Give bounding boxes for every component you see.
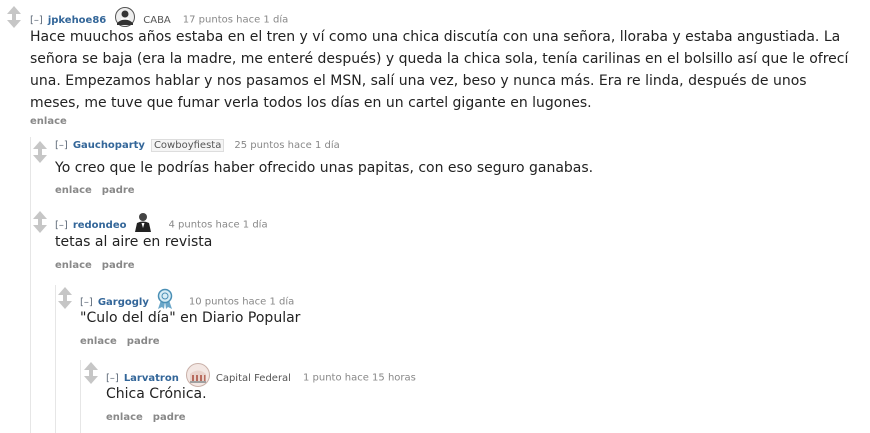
comment-body: Hace muuchos años estaba en el tren y ví… — [30, 29, 849, 111]
permalink-link[interactable]: enlace — [30, 116, 67, 127]
permalink-link[interactable]: enlace — [55, 185, 92, 196]
downvote-arrow-icon[interactable] — [58, 296, 72, 309]
downvote-arrow-icon[interactable] — [33, 150, 47, 163]
flair-badge: Cowboyfiesta — [150, 139, 225, 152]
comment-body: Yo creo que le podrías haber ofrecido un… — [55, 160, 594, 176]
score-time: 4 puntos hace 1 día — [168, 219, 268, 231]
comment-larvatron: [–] Larvatron Capital Federal 1 punto hace… — [0, 356, 870, 433]
upvote-arrow-icon[interactable] — [7, 6, 21, 19]
comment-actions: enlace — [30, 116, 77, 127]
vote-arrows — [58, 287, 74, 311]
vote-arrows — [84, 362, 100, 386]
vote-arrows — [33, 211, 49, 235]
upvote-arrow-icon[interactable] — [58, 287, 72, 300]
upvote-arrow-icon[interactable] — [33, 141, 47, 154]
score-time: 25 puntos hace 1 día — [234, 140, 340, 151]
downvote-arrow-icon[interactable] — [7, 15, 21, 28]
collapse-toggle[interactable]: [–] — [80, 297, 93, 308]
downvote-arrow-icon[interactable] — [33, 220, 47, 233]
score-time: 10 puntos hace 1 día — [188, 296, 295, 308]
author-link[interactable]: Larvatron — [124, 373, 179, 384]
vote-arrows — [33, 141, 49, 165]
flair-text: Capital Federal — [215, 372, 291, 384]
vote-arrows — [7, 6, 23, 30]
flair-text: CABA — [143, 14, 171, 26]
collapse-toggle[interactable]: [–] — [55, 220, 68, 231]
comment-jpkehoe86: [–] jpkehoe86 CABA 17 puntos hace 1 día Ha… — [0, 0, 870, 134]
score-time: 1 punto hace 15 horas — [302, 372, 416, 384]
parent-link[interactable]: padre — [153, 412, 186, 423]
comment-actions: enlace padre — [106, 412, 196, 423]
comment-actions: enlace padre — [55, 260, 145, 271]
permalink-link[interactable]: enlace — [55, 260, 92, 271]
comment-tagline: [–] Gauchoparty Cowboyfiesta 25 puntos hace… — [55, 139, 340, 153]
author-link[interactable]: Gargogly — [98, 297, 149, 308]
author-link[interactable]: redondeo — [73, 220, 127, 231]
comment-redondeo: [–] redondeo 4 puntos hace 1 día tetas al… — [0, 205, 870, 277]
comment-body: Chica Crónica. — [106, 386, 207, 402]
author-link[interactable]: Gauchoparty — [73, 140, 145, 151]
comment-gauchoparty: [–] Gauchoparty Cowboyfiesta 25 puntos hace… — [0, 134, 870, 202]
permalink-link[interactable]: enlace — [80, 336, 117, 347]
score-time: 17 puntos hace 1 día — [182, 14, 289, 26]
comment-actions: enlace padre — [55, 185, 145, 196]
collapse-toggle[interactable]: [–] — [30, 15, 43, 26]
parent-link[interactable]: padre — [102, 185, 135, 196]
comment-body: "Culo del día" en Diario Popular — [80, 310, 301, 326]
downvote-arrow-icon[interactable] — [84, 371, 98, 384]
permalink-link[interactable]: enlace — [106, 412, 143, 423]
collapse-toggle[interactable]: [–] — [55, 140, 68, 151]
author-link[interactable]: jpkehoe86 — [48, 15, 106, 26]
comment-actions: enlace padre — [80, 336, 170, 347]
parent-link[interactable]: padre — [102, 260, 135, 271]
comment-body: tetas al aire en revista — [55, 234, 213, 250]
parent-link[interactable]: padre — [127, 336, 160, 347]
upvote-arrow-icon[interactable] — [33, 211, 47, 224]
comment-gargogly: [–] Gargogly 10 puntos hace 1 día "Culo d… — [0, 282, 870, 354]
upvote-arrow-icon[interactable] — [84, 362, 98, 375]
collapse-toggle[interactable]: [–] — [106, 373, 119, 384]
